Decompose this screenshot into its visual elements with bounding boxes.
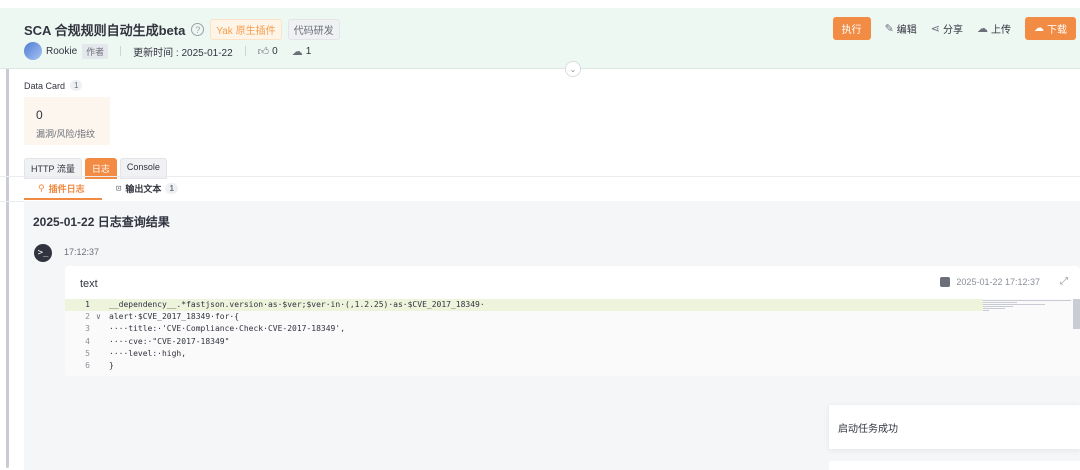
subtab-output-text[interactable]: ⊡ 输出文本 1 [116,182,178,195]
run-button[interactable]: 执行 [832,17,871,40]
upload-label: 上传 [991,25,1011,36]
log-subtabs: ⚲ 插件日志 ⊡ 输出文本 1 [0,176,1080,202]
cloud-download-icon: ☁ [1034,23,1044,34]
terminal-icon: ⊡ [116,183,122,194]
author-role-badge: 作者 [82,43,109,59]
data-card-title-row: Data Card 1 [24,80,83,91]
active-subtab-indicator [24,198,102,200]
subtab-plugin-log-label: 插件日志 [48,184,85,194]
data-card-label: 漏洞/风险/指纹 [36,129,96,139]
log-result-title: 2025-01-22 日志查询结果 [33,215,170,229]
line-number: 6 [85,360,90,370]
code-line: 2 ∨ alert·$CVE_2017_18349·for·{ [65,311,1080,323]
help-icon[interactable]: ? [191,23,205,36]
log-card-date: 2025-01-22 17:12:37 [956,277,1040,287]
cloud-download-icon: ☁ [291,45,303,58]
author-name[interactable]: Rookie [46,46,77,57]
output-count-badge: 1 [165,183,178,194]
log-card-title: text [80,278,98,290]
fullscreen-icon[interactable]: ⤢ [1060,276,1068,287]
plugin-header: SCA 合规规则自动生成beta ? Yak 原生插件 代码研发 Rookie … [0,8,1080,69]
code-line: 4 ····cve:·"CVE-2017-18349" [65,336,1080,348]
code-text: __dependency__.*fastjson.version·as·$ver… [109,300,485,309]
code-text: } [109,360,114,370]
terminal-icon: >_ [34,244,52,262]
plugin-title: SCA 合规规则自动生成beta [24,23,186,38]
subtab-plugin-log[interactable]: ⚲ 插件日志 [38,182,85,195]
code-text: ····title:·'CVE·Compliance·Check·CVE-201… [109,324,346,334]
line-number: 5 [85,348,90,358]
subtab-output-text-label: 输出文本 [125,184,162,194]
code-line: 5 ····level:·high, [65,348,1080,360]
code-editor[interactable]: 1 __dependency__.*fastjson.version·as·$ve… [65,299,1080,376]
edit-label: 编辑 [896,25,917,36]
code-text: ····cve:·"CVE-2017-18349" [109,336,230,346]
fold-chevron-icon[interactable]: ∨ [96,311,101,323]
tag-yak-native: Yak 原生插件 [210,19,282,40]
log-card: text 2025-01-22 17:12:37 ⤢ 1 __dependency… [65,266,1080,376]
log-card-date-row: 2025-01-22 17:12:37 [940,277,1040,287]
meta-row: Rookie 作者 更新时间 : 2025-01-22 👍︎ 0 ☁ 1 [24,42,311,60]
code-scrollbar[interactable] [1073,299,1080,329]
line-number: 4 [85,336,90,346]
data-card-count: 1 [70,80,83,91]
cloud-upload-icon: ☁ [977,23,988,35]
toast-notification-secondary [829,461,1080,470]
divider [120,46,122,56]
header-actions: 执行 ✎ 编辑 ⋖ 分享 ☁ 上传 ☁ 下载 [832,17,1076,40]
code-line: 6} [65,360,1080,372]
code-text: ····level:·high, [109,348,187,358]
updated-time: 更新时间 : 2025-01-22 [133,47,233,59]
toast-message: 启动任务成功 [838,424,898,435]
line-number: 1 [85,300,90,309]
title-row: SCA 合规规则自动生成beta ? Yak 原生插件 代码研发 [24,19,340,40]
code-text: alert·$CVE_2017_18349·for·{ [109,312,240,322]
branch-icon: ⚲ [38,183,45,193]
like-count: 0 [272,45,278,57]
share-button[interactable]: ⋖ 分享 [931,21,963,36]
tag-category: 代码研发 [287,19,340,40]
edit-button[interactable]: ✎ 编辑 [885,21,917,36]
line-number: 3 [85,324,90,334]
edit-icon: ✎ [884,23,894,35]
left-scrollbar[interactable] [6,68,9,468]
data-card-title: Data Card [24,80,66,91]
thumbs-up-icon[interactable]: 👍︎ [258,45,270,58]
avatar[interactable] [24,42,42,60]
upload-button[interactable]: ☁ 上传 [977,21,1011,36]
code-line: 1 __dependency__.*fastjson.version·as·$ve… [65,299,983,312]
line-number: 2 [85,312,90,322]
calendar-icon [940,277,951,287]
download-count: 1 [305,45,312,57]
log-time: 17:12:37 [64,247,100,257]
download-button[interactable]: ☁ 下载 [1025,17,1076,40]
toast-notification: 启动任务成功 [829,405,1080,449]
data-card[interactable]: 0 漏洞/风险/指纹 [24,97,110,145]
code-minimap[interactable] [983,299,1073,329]
code-line: 3 ····title:·'CVE·Compliance·Check·CVE-20… [65,323,1080,335]
download-label: 下载 [1047,25,1067,36]
divider [244,46,246,56]
share-icon: ⋖ [930,23,940,35]
share-label: 分享 [943,25,963,36]
collapse-chevron-icon[interactable]: ⌄ [565,61,581,77]
data-card-value: 0 [36,108,43,122]
